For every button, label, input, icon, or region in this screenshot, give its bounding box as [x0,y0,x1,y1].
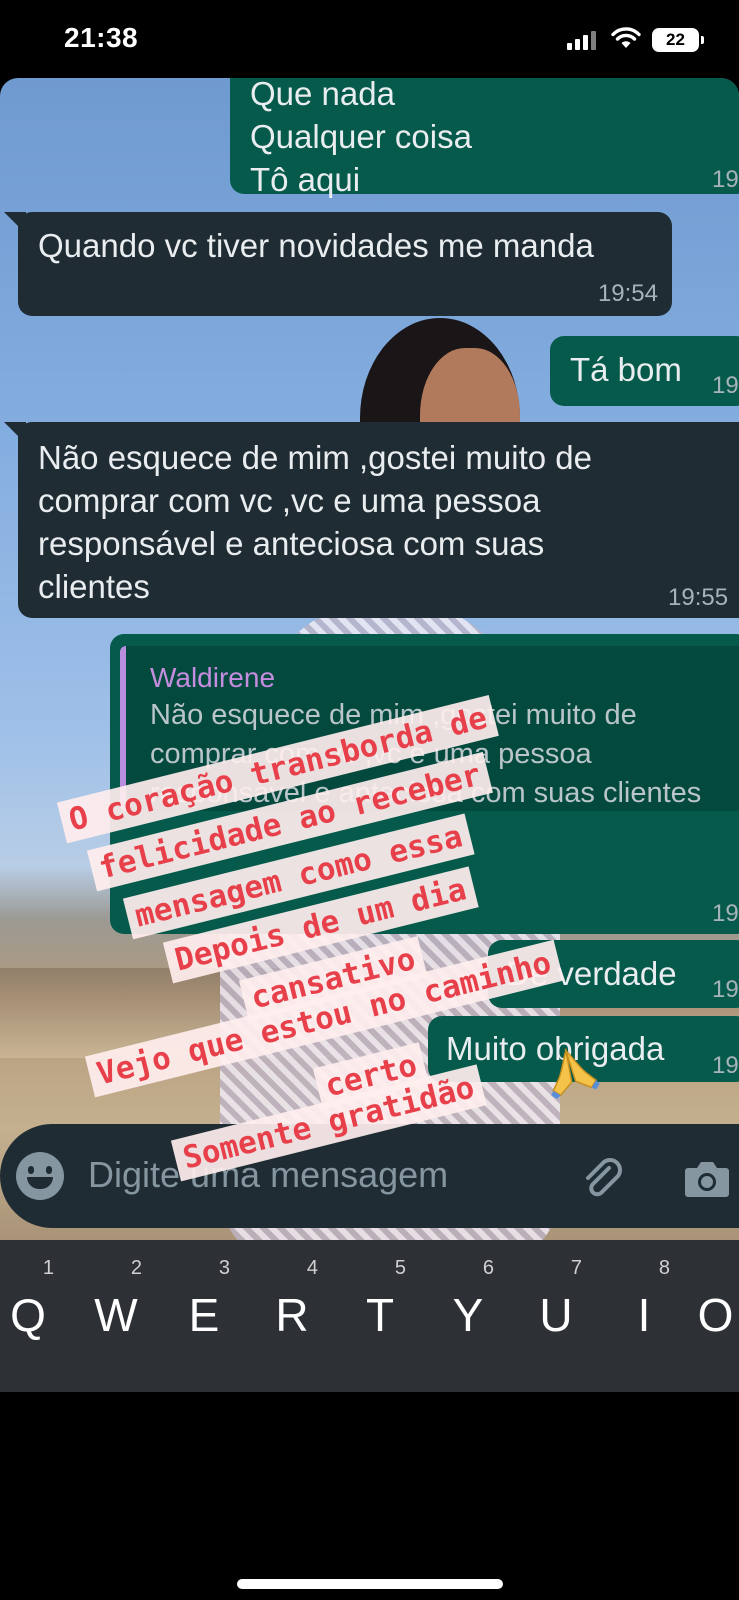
home-indicator[interactable] [237,1579,503,1589]
praying-hands-icon [551,1047,600,1100]
story-captions: O coração transborda de felicidade ao re… [0,0,739,1600]
